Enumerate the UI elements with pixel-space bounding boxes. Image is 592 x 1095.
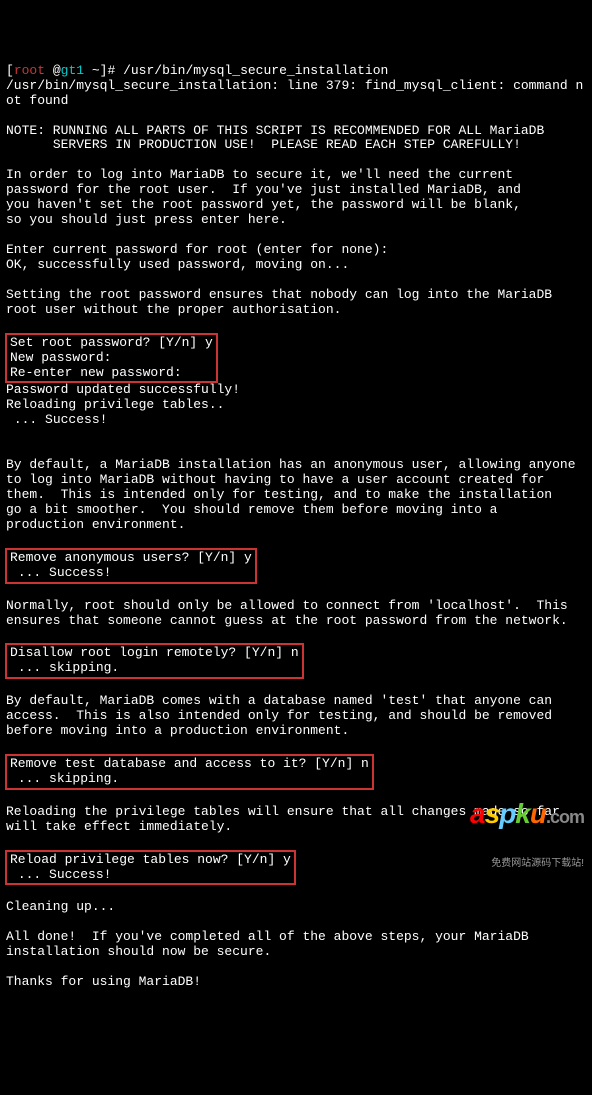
watermark-tagline: 免费网站源码下载站!: [470, 858, 584, 870]
enter-password-prompt: Enter current password for root (enter f…: [6, 242, 388, 257]
test-line-2: access. This is also intended only for t…: [6, 708, 552, 723]
ok-password-line: OK, successfully used password, moving o…: [6, 257, 349, 272]
highlight-remove-anonymous: Remove anonymous users? [Y/n] y ... Succ…: [5, 548, 257, 584]
error-line: /usr/bin/mysql_secure_installation: line…: [6, 78, 583, 108]
password-updated-line: Password updated successfully!: [6, 382, 240, 397]
highlight-set-root-password: Set root password? [Y/n] y New password:…: [5, 333, 218, 384]
command-text: /usr/bin/mysql_secure_installation: [123, 63, 388, 78]
anon-line-4: go a bit smoother. You should remove the…: [6, 502, 497, 517]
reload-line-2: will take effect immediately.: [6, 819, 232, 834]
success-line: ... Success!: [6, 412, 107, 427]
highlight-reload-privilege: Reload privilege tables now? [Y/n] y ...…: [5, 850, 296, 886]
note-line-2: SERVERS IN PRODUCTION USE! PLEASE READ E…: [6, 137, 521, 152]
thanks-line: Thanks for using MariaDB!: [6, 974, 201, 989]
anon-line-2: to log into MariaDB without having to ha…: [6, 472, 544, 487]
watermark-brand: aspku.com: [470, 798, 584, 830]
watermark: aspku.com 免费网站源码下载站!: [470, 768, 584, 884]
anon-line-3: them. This is intended only for testing,…: [6, 487, 552, 502]
test-line-3: before moving into a production environm…: [6, 723, 349, 738]
normally-line-1: Normally, root should only be allowed to…: [6, 598, 568, 613]
normally-line-2: ensures that someone cannot guess at the…: [6, 613, 568, 628]
intro-line-4: so you should just press enter here.: [6, 212, 287, 227]
note-line-1: NOTE: RUNNING ALL PARTS OF THIS SCRIPT I…: [6, 123, 544, 138]
anon-line-1: By default, a MariaDB installation has a…: [6, 457, 576, 472]
reloading-line: Reloading privilege tables..: [6, 397, 224, 412]
intro-line-2: password for the root user. If you've ju…: [6, 182, 521, 197]
test-line-1: By default, MariaDB comes with a databas…: [6, 693, 552, 708]
prompt-host: gt1: [61, 63, 84, 78]
cleanup-line: Cleaning up...: [6, 899, 115, 914]
done-line-2: installation should now be secure.: [6, 944, 271, 959]
intro-line-3: you haven't set the root password yet, t…: [6, 197, 521, 212]
highlight-remove-test-db: Remove test database and access to it? […: [5, 754, 374, 790]
highlight-disallow-remote: Disallow root login remotely? [Y/n] n ..…: [5, 643, 304, 679]
anon-line-5: production environment.: [6, 517, 185, 532]
setting-pw-line-1: Setting the root password ensures that n…: [6, 287, 552, 302]
setting-pw-line-2: root user without the proper authorisati…: [6, 302, 341, 317]
intro-line-1: In order to log into MariaDB to secure i…: [6, 167, 513, 182]
prompt-line: [root @gt1 ~]# /usr/bin/mysql_secure_ins…: [6, 63, 388, 78]
prompt-user: root: [14, 63, 45, 78]
done-line-1: All done! If you've completed all of the…: [6, 929, 529, 944]
